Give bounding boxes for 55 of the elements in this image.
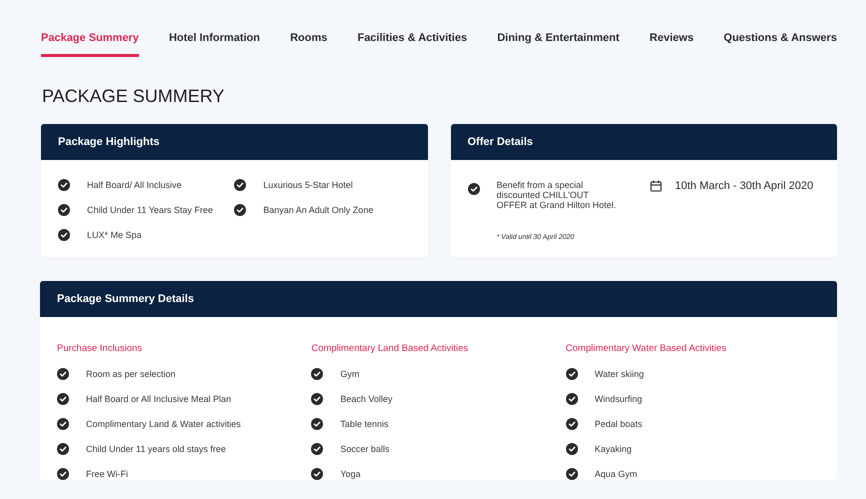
page-title: PACKAGE SUMMERY xyxy=(42,86,226,107)
list-item-text: Free Wi-Fi xyxy=(86,469,128,479)
list-item-text: Windsurfing xyxy=(594,394,642,404)
check-circle-icon xyxy=(566,443,578,455)
check-circle-icon xyxy=(58,229,70,241)
check-circle-icon xyxy=(566,368,578,380)
list-item-text: Room as per selection xyxy=(86,369,176,379)
check-circle-icon xyxy=(58,179,70,191)
card-header: Offer Details xyxy=(450,124,837,160)
nav-tab[interactable]: Facilities & Activities xyxy=(357,32,468,57)
nav-tab[interactable]: Hotel Information xyxy=(168,32,260,57)
card-header: Package Summery Details xyxy=(40,281,837,317)
check-circle-icon xyxy=(311,443,324,455)
check-circle-icon xyxy=(234,179,246,191)
list-item-text: Banyan An Adult Only Zone xyxy=(263,205,374,215)
list-item-text: Child Under 11 Years Stay Free xyxy=(87,205,213,215)
list-item-text: LUX* Me Spa xyxy=(87,230,142,240)
list-item-text: Pedal boats xyxy=(594,419,642,429)
column-heading: Purchase Inclusions xyxy=(57,343,144,354)
nav-tab[interactable]: Package Summery xyxy=(41,32,139,57)
list-item-text: Gym xyxy=(340,369,360,379)
check-circle-icon xyxy=(57,393,69,405)
check-circle-icon xyxy=(468,183,480,195)
column-heading: Complimentary Water Based Activities xyxy=(566,343,728,354)
nav-tab[interactable]: Dining & Entertainment xyxy=(497,32,620,57)
list-item-text: Half Board or All Inclusive Meal Plan xyxy=(86,394,232,404)
calendar-icon xyxy=(650,180,662,192)
check-circle-icon xyxy=(566,393,578,405)
list-item-text: Soccer balls xyxy=(340,444,390,454)
list-item-text: Yoga xyxy=(340,469,361,479)
list-item-text: Benefit from a special discounted CHILL'OUT OFFER at Grand Hilton Hotel. xyxy=(496,180,618,210)
list-item-text: Complimentary Land & Water activities xyxy=(86,419,241,429)
check-circle-icon xyxy=(566,418,578,430)
nav-tab[interactable]: Questions & Answers xyxy=(724,32,837,57)
offer-dates: 10th March - 30th April 2020 xyxy=(675,180,814,192)
check-circle-icon xyxy=(58,204,70,216)
check-circle-icon xyxy=(311,368,324,380)
nav-tab[interactable]: Reviews xyxy=(650,32,694,57)
list-item-text: Child Under 11 years old stays free xyxy=(86,444,226,454)
list-item-text: Luxurious 5-Star Hotel xyxy=(263,180,353,190)
column-heading: Complimentary Land Based Activities xyxy=(311,343,470,354)
check-circle-icon xyxy=(311,393,324,405)
check-circle-icon xyxy=(57,418,69,430)
list-item-text: Water skiing xyxy=(594,369,644,379)
check-circle-icon xyxy=(311,418,324,430)
check-circle-icon xyxy=(234,204,246,216)
check-circle-icon xyxy=(57,368,69,380)
list-item-text: Table tennis xyxy=(340,419,388,429)
list-item-text: Kayaking xyxy=(594,444,632,454)
card-header: Package Highlights xyxy=(41,124,428,160)
list-item-text: Aqua Gym xyxy=(594,469,638,479)
check-circle-icon xyxy=(57,443,69,455)
list-item-text: Beach Volley xyxy=(340,394,392,404)
list-item-text: Half Board/ All Inclusive xyxy=(87,180,182,190)
nav-tab[interactable]: Rooms xyxy=(290,32,328,57)
